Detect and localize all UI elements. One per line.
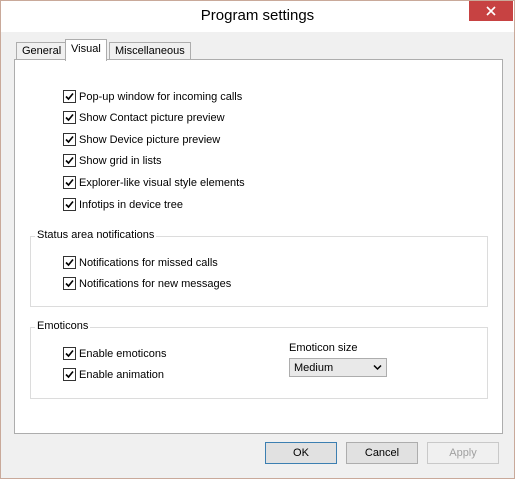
emoticon-size-select[interactable]: Medium <box>289 358 387 377</box>
emoticon-size-label: Emoticon size <box>289 342 358 354</box>
checkbox[interactable] <box>63 368 76 381</box>
option-popup-window[interactable]: Pop-up window for incoming calls <box>63 89 242 104</box>
checkmark-icon <box>65 200 74 209</box>
checkbox[interactable] <box>63 256 76 269</box>
option-label: Explorer-like visual style elements <box>79 176 245 189</box>
checkbox[interactable] <box>63 133 76 146</box>
option-contact-picture[interactable]: Show Contact picture preview <box>63 110 225 125</box>
option-device-picture[interactable]: Show Device picture preview <box>63 132 220 147</box>
checkmark-icon <box>65 279 74 288</box>
emoticons-group-title: Emoticons <box>35 320 91 332</box>
option-label: Show Device picture preview <box>79 133 221 146</box>
checkmark-icon <box>65 113 74 122</box>
option-enable-emoticons[interactable]: Enable emoticons <box>63 346 166 361</box>
checkbox[interactable] <box>63 176 76 189</box>
option-label: Notifications for missed calls <box>79 256 218 269</box>
option-explorer-style[interactable]: Explorer-like visual style elements <box>63 175 245 190</box>
option-label: Infotips in device tree <box>79 198 183 211</box>
checkbox[interactable] <box>63 154 76 167</box>
chevron-down-icon <box>373 364 382 371</box>
checkbox[interactable] <box>63 111 76 124</box>
cancel-button[interactable]: Cancel <box>346 442 418 464</box>
option-show-grid[interactable]: Show grid in lists <box>63 153 162 168</box>
option-infotips[interactable]: Infotips in device tree <box>63 197 183 212</box>
apply-button[interactable]: Apply <box>427 442 499 464</box>
option-label: Enable emoticons <box>79 347 167 360</box>
ok-button[interactable]: OK <box>265 442 337 464</box>
checkmark-icon <box>65 349 74 358</box>
checkbox[interactable] <box>63 277 76 290</box>
checkmark-icon <box>65 156 74 165</box>
option-label: Show Contact picture preview <box>79 111 225 124</box>
option-label: Pop-up window for incoming calls <box>79 90 243 103</box>
checkmark-icon <box>65 135 74 144</box>
checkmark-icon <box>65 178 74 187</box>
checkbox[interactable] <box>63 198 76 211</box>
status-area-group <box>30 236 488 307</box>
select-value: Medium <box>294 362 334 374</box>
checkmark-icon <box>65 370 74 379</box>
checkbox[interactable] <box>63 90 76 103</box>
emoticons-group <box>30 327 488 399</box>
option-missed-calls[interactable]: Notifications for missed calls <box>63 255 218 270</box>
option-new-messages[interactable]: Notifications for new messages <box>63 276 231 291</box>
status-area-group-title: Status area notifications <box>35 229 157 241</box>
checkmark-icon <box>65 258 74 267</box>
option-enable-animation[interactable]: Enable animation <box>63 367 164 382</box>
checkmark-icon <box>65 92 74 101</box>
dialog-content: Pop-up window for incoming calls Show Co… <box>0 0 515 479</box>
checkbox[interactable] <box>63 347 76 360</box>
option-label: Notifications for new messages <box>79 277 232 290</box>
option-label: Show grid in lists <box>79 154 162 167</box>
option-label: Enable animation <box>79 368 165 381</box>
